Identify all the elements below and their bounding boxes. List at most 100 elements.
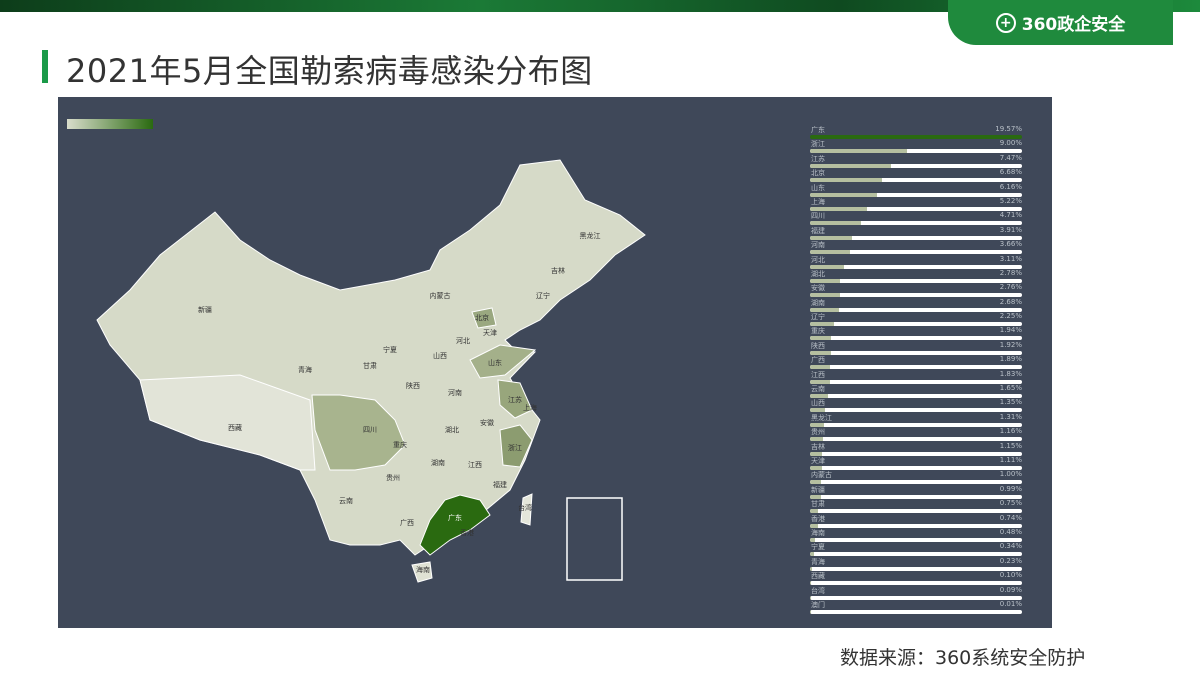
map-label: 福建 <box>493 480 507 489</box>
ranking-row: 山西1.35% <box>810 398 1022 412</box>
map-label: 香港 <box>460 528 474 537</box>
bar-fill <box>810 207 867 211</box>
ranking-row: 河南3.66% <box>810 240 1022 254</box>
bar-track <box>810 207 1022 211</box>
bar-track <box>810 308 1022 312</box>
map-label: 内蒙古 <box>430 291 451 300</box>
bar-fill <box>810 308 839 312</box>
ranking-row: 湖南2.68% <box>810 298 1022 312</box>
ranking-row: 台湾 0.09% <box>810 586 1022 600</box>
bar-fill <box>810 408 825 412</box>
province-name: 江苏 <box>811 154 825 164</box>
province-value: 2.76% <box>1000 283 1022 291</box>
title-accent <box>42 50 48 83</box>
province-name: 广西 <box>811 355 825 365</box>
china-outline <box>97 160 645 555</box>
map-panel: 新疆西藏青海甘肃内蒙古黑龙江吉林辽宁北京天津河北山西宁夏陕西山东河南江苏安徽上海… <box>58 97 1052 628</box>
province-name: 台湾 <box>811 586 825 596</box>
bar-track <box>810 567 1022 571</box>
bar-fill <box>810 581 811 585</box>
map-label: 上海 <box>523 403 537 412</box>
ranking-row: 辽宁2.25% <box>810 312 1022 326</box>
bar-fill <box>810 394 828 398</box>
map-label: 河北 <box>456 337 470 345</box>
province-value: 1.15% <box>1000 442 1022 450</box>
bar-track <box>810 293 1022 297</box>
ranking-row: 青海0.23% <box>810 557 1022 571</box>
bar-fill <box>810 495 821 499</box>
province-name: 江西 <box>811 370 825 380</box>
bar-track <box>810 538 1022 542</box>
logo: +360政企安全 <box>948 0 1173 45</box>
bar-track <box>810 322 1022 326</box>
logo-text: 360政企安全 <box>1022 10 1126 35</box>
bar-track <box>810 423 1022 427</box>
bar-fill <box>810 423 824 427</box>
data-source: 数据来源：360系统安全防护 <box>840 643 1085 670</box>
province-name: 海南 <box>811 528 825 538</box>
map-label: 江苏 <box>508 395 522 404</box>
bar-track <box>810 336 1022 340</box>
bar-fill <box>810 524 818 528</box>
province-name: 山东 <box>811 183 825 193</box>
province-name: 四川 <box>811 211 825 221</box>
map-label: 宁夏 <box>383 345 397 354</box>
province-name: 福建 <box>811 226 825 236</box>
bar-fill <box>810 596 811 600</box>
province-value: 0.34% <box>1000 542 1022 550</box>
province-name: 青海 <box>811 557 825 567</box>
bar-track <box>810 178 1022 182</box>
bar-track <box>810 437 1022 441</box>
bar-track <box>810 380 1022 384</box>
ranking-row: 山东 6.16% <box>810 183 1022 197</box>
province-name: 甘肃 <box>811 499 825 509</box>
map-label: 天津 <box>483 329 497 337</box>
bar-fill <box>810 365 830 369</box>
ranking-row: 湖北2.78% <box>810 269 1022 283</box>
map-label: 辽宁 <box>536 291 550 300</box>
bar-track <box>810 480 1022 484</box>
ranking-row: 甘肃0.75% <box>810 499 1022 513</box>
bar-fill <box>810 149 907 153</box>
bar-track <box>810 524 1022 528</box>
ranking-row: 上海5.22% <box>810 197 1022 211</box>
province-value: 1.31% <box>1000 413 1022 421</box>
ranking-row: 新疆0.99% <box>810 485 1022 499</box>
page-title: 2021年5月全国勒索病毒感染分布图 <box>66 46 593 92</box>
map-label: 河南 <box>448 388 462 397</box>
province-value: 0.48% <box>1000 528 1022 536</box>
province-name: 河南 <box>811 240 825 250</box>
bar-fill <box>810 250 850 254</box>
bar-fill <box>810 164 891 168</box>
province-name: 北京 <box>811 168 825 178</box>
province-value: 1.83% <box>1000 370 1022 378</box>
bar-fill <box>810 552 814 556</box>
map-label: 山西 <box>433 351 447 360</box>
ranking-row: 黑龙江1.31% <box>810 413 1022 427</box>
province-value: 6.16% <box>1000 183 1022 191</box>
ranking-row: 四川4.71% <box>810 211 1022 225</box>
map-label: 北京 <box>475 313 489 322</box>
ranking-row: 贵州1.16% <box>810 427 1022 441</box>
bar-fill <box>810 265 844 269</box>
province-name: 宁夏 <box>811 542 825 552</box>
ranking-row: 西藏0.10% <box>810 571 1022 585</box>
province-name: 西藏 <box>811 571 825 581</box>
province-name: 天津 <box>811 456 825 466</box>
bar-track <box>810 193 1022 197</box>
bar-fill <box>810 351 831 355</box>
ranking-row: 海南 0.48% <box>810 528 1022 542</box>
map-label: 陕西 <box>406 381 420 390</box>
province-value: 0.09% <box>1000 586 1022 594</box>
map-label: 浙江 <box>508 443 522 452</box>
province-value: 0.99% <box>1000 485 1022 493</box>
bar-track <box>810 265 1022 269</box>
province-value: 1.00% <box>1000 470 1022 478</box>
bar-track <box>810 149 1022 153</box>
bar-fill <box>810 567 812 571</box>
map-label: 黑龙江 <box>580 231 601 240</box>
province-name: 香港 <box>811 514 825 524</box>
bar-track <box>810 596 1022 600</box>
map-label: 江西 <box>468 461 482 469</box>
map-label: 海南 <box>416 565 430 574</box>
